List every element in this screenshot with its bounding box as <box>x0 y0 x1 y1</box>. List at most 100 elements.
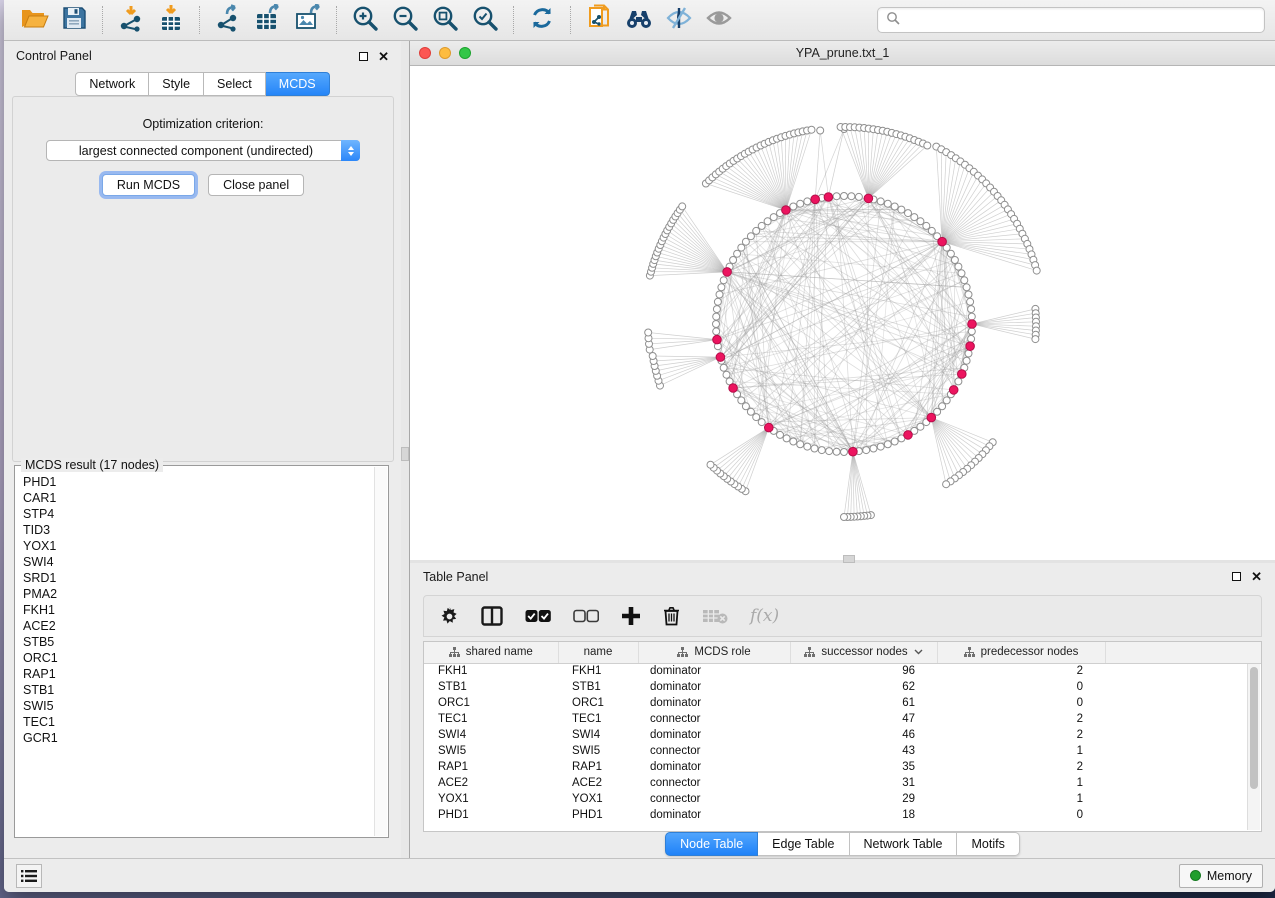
mcds-hub-node[interactable] <box>849 447 858 456</box>
scrollbar-thumb[interactable] <box>1250 667 1258 789</box>
column-header-name[interactable]: name <box>558 642 638 663</box>
mcds-node[interactable]: ACE2 <box>23 618 374 634</box>
ring-node[interactable] <box>714 298 721 305</box>
leaf-node[interactable] <box>808 126 815 133</box>
ring-node[interactable] <box>943 397 950 404</box>
ring-node[interactable] <box>804 198 811 205</box>
ring-node[interactable] <box>898 206 905 213</box>
ring-node[interactable] <box>877 443 884 450</box>
leaf-node[interactable] <box>1032 336 1039 343</box>
mcds-node[interactable]: SWI5 <box>23 698 374 714</box>
mcds-node[interactable]: CAR1 <box>23 490 374 506</box>
ring-node[interactable] <box>718 284 725 291</box>
mcds-hub-node[interactable] <box>966 342 975 351</box>
ring-node[interactable] <box>804 443 811 450</box>
zoom-selected-button[interactable] <box>465 3 505 37</box>
table-row[interactable]: STB1STB1dominator620 <box>424 679 1261 695</box>
ring-node[interactable] <box>713 321 720 328</box>
tab-select[interactable]: Select <box>204 72 266 96</box>
deselect-all-icon[interactable] <box>573 609 599 623</box>
ring-node[interactable] <box>797 200 804 207</box>
tab-node-table[interactable]: Node Table <box>665 832 758 856</box>
mcds-hub-node[interactable] <box>716 353 725 362</box>
ring-node[interactable] <box>783 435 790 442</box>
ring-node[interactable] <box>790 438 797 445</box>
import-table-button[interactable] <box>151 3 191 37</box>
function-builder-icon[interactable]: f(x) <box>750 606 779 626</box>
ring-node[interactable] <box>963 357 970 364</box>
tab-mcds[interactable]: MCDS <box>266 72 330 96</box>
column-header-shared-name[interactable]: shared name <box>424 642 558 663</box>
mcds-node[interactable]: SWI4 <box>23 554 374 570</box>
ring-node[interactable] <box>777 431 784 438</box>
table-row[interactable]: FKH1FKH1dominator962 <box>424 663 1261 679</box>
ring-node[interactable] <box>870 445 877 452</box>
ring-node[interactable] <box>730 257 737 264</box>
task-history-button[interactable] <box>16 864 42 888</box>
mcds-node[interactable]: STP4 <box>23 506 374 522</box>
mcds-list-scrollbar[interactable] <box>374 467 387 836</box>
ring-node[interactable] <box>723 371 730 378</box>
show-columns-icon[interactable] <box>481 606 503 626</box>
table-options-icon[interactable] <box>440 607 459 626</box>
float-panel-icon[interactable] <box>359 52 368 61</box>
ring-node[interactable] <box>928 227 935 234</box>
mcds-hub-node[interactable] <box>968 320 977 329</box>
mcds-node[interactable]: PHD1 <box>23 474 374 490</box>
ring-node[interactable] <box>848 193 855 200</box>
ring-node[interactable] <box>790 203 797 210</box>
ring-node[interactable] <box>764 218 771 225</box>
export-table-button[interactable] <box>248 3 288 37</box>
ring-node[interactable] <box>968 328 975 335</box>
ring-node[interactable] <box>951 257 958 264</box>
mcds-hub-node[interactable] <box>782 206 791 215</box>
table-scrollbar[interactable] <box>1247 664 1260 830</box>
mcds-node[interactable]: TID3 <box>23 522 374 538</box>
mcds-hub-node[interactable] <box>729 384 738 393</box>
hide-graphics-details-button[interactable] <box>659 3 699 37</box>
mcds-node[interactable]: GCR1 <box>23 730 374 746</box>
mcds-node[interactable]: ORC1 <box>23 650 374 666</box>
ring-node[interactable] <box>720 364 727 371</box>
mcds-hub-node[interactable] <box>723 268 732 277</box>
close-panel-icon[interactable]: ✕ <box>1251 572 1262 581</box>
ring-node[interactable] <box>961 277 968 284</box>
network-canvas[interactable] <box>410 66 1275 560</box>
mcds-hub-node[interactable] <box>938 237 947 246</box>
ring-node[interactable] <box>738 244 745 251</box>
tab-network-table[interactable]: Network Table <box>850 832 958 856</box>
mcds-node[interactable]: YOX1 <box>23 538 374 554</box>
zoom-out-button[interactable] <box>385 3 425 37</box>
ring-node[interactable] <box>855 193 862 200</box>
ring-node[interactable] <box>968 306 975 313</box>
leaf-node[interactable] <box>1033 267 1040 274</box>
table-row[interactable]: ACE2ACE2connector311 <box>424 775 1261 791</box>
add-column-icon[interactable] <box>621 606 641 626</box>
ring-node[interactable] <box>955 378 962 385</box>
mcds-hub-node[interactable] <box>765 423 774 432</box>
ring-node[interactable] <box>967 298 974 305</box>
table-row[interactable]: SWI5SWI5connector431 <box>424 743 1261 759</box>
table-row[interactable]: YOX1YOX1connector291 <box>424 791 1261 807</box>
leaf-node[interactable] <box>817 127 824 134</box>
ring-node[interactable] <box>947 250 954 257</box>
ring-node[interactable] <box>797 441 804 448</box>
ring-node[interactable] <box>891 203 898 210</box>
ring-node[interactable] <box>968 313 975 320</box>
optimization-criterion-select[interactable]: largest connected component (undirected) <box>46 140 360 161</box>
mcds-hub-node[interactable] <box>713 335 722 344</box>
export-image-button[interactable] <box>288 3 328 37</box>
run-mcds-button[interactable]: Run MCDS <box>102 174 195 196</box>
ring-node[interactable] <box>713 313 720 320</box>
ring-node[interactable] <box>958 270 965 277</box>
delete-table-icon[interactable] <box>702 608 728 624</box>
import-network-button[interactable] <box>111 3 151 37</box>
leaf-node[interactable] <box>679 203 686 210</box>
mcds-hub-node[interactable] <box>927 413 936 422</box>
ring-node[interactable] <box>811 445 818 452</box>
select-all-icon[interactable] <box>525 609 551 623</box>
leaf-node[interactable] <box>645 329 652 336</box>
search-box[interactable] <box>877 7 1265 33</box>
tab-motifs[interactable]: Motifs <box>957 832 1019 856</box>
column-header-successor-nodes[interactable]: successor nodes <box>790 642 937 663</box>
